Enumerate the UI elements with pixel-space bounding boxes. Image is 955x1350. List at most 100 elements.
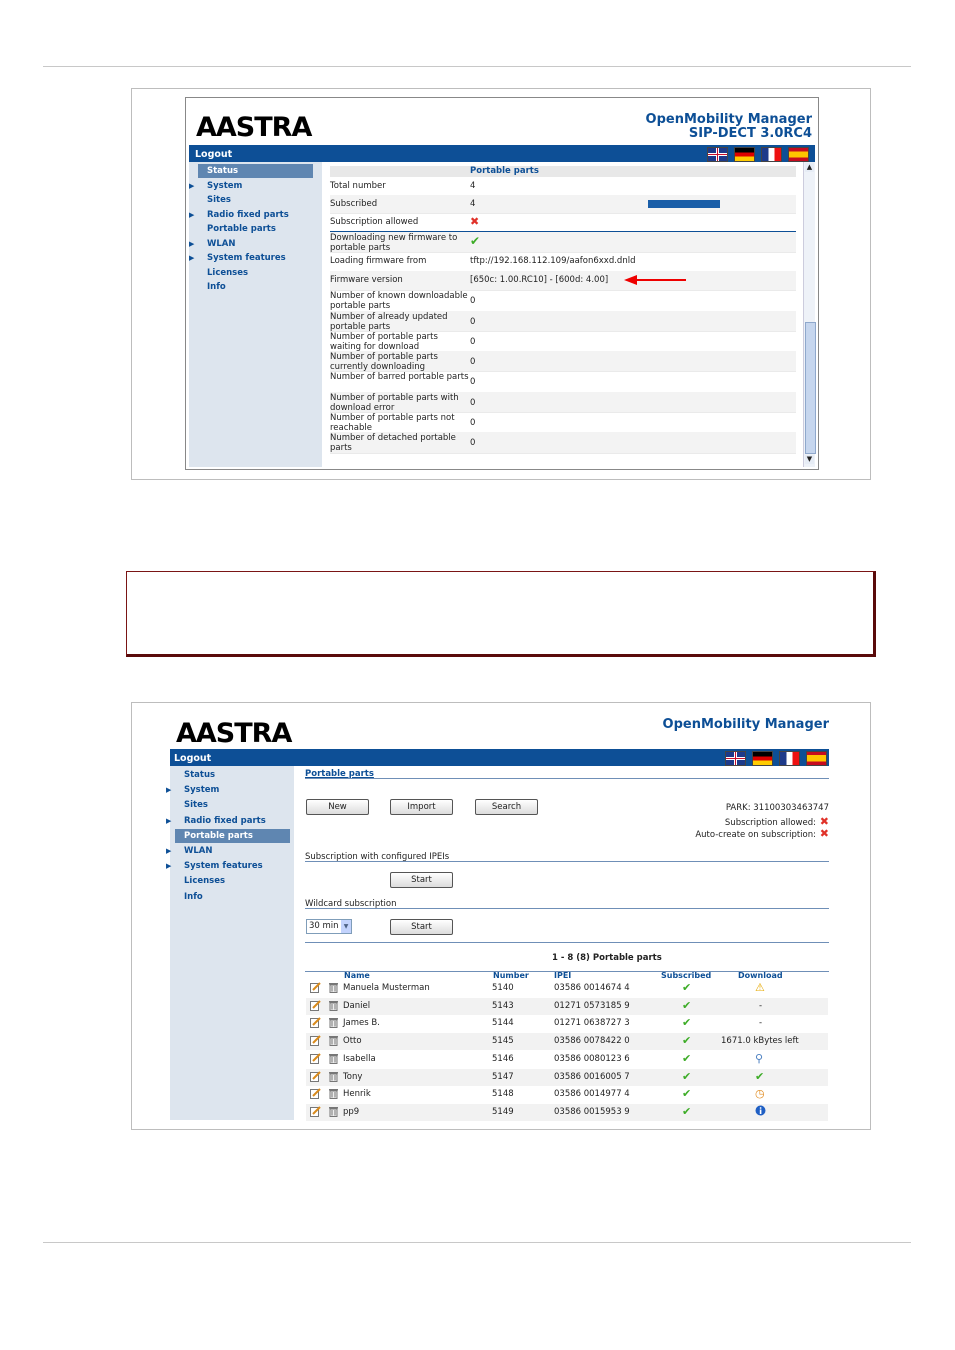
edit-icon[interactable] — [310, 1017, 321, 1029]
new-button[interactable]: New — [306, 799, 369, 815]
language-flags — [725, 751, 827, 766]
col-number[interactable]: Number — [493, 971, 529, 980]
trash-icon[interactable] — [328, 1035, 339, 1047]
download-status: - — [759, 1018, 763, 1029]
row-name[interactable]: Manuela Musterman — [343, 983, 430, 993]
sidebar-item[interactable]: Portable parts — [175, 828, 290, 843]
sidebar-item-label: Radio fixed parts — [207, 209, 289, 220]
sidebar-item-label: Portable parts — [184, 830, 253, 841]
status-label: Firmware version — [330, 275, 403, 285]
sidebar-item-label: Licenses — [184, 876, 226, 887]
sidebar-item[interactable]: Sites — [198, 193, 318, 207]
row-ipei: 01271 0638727 3 — [554, 1018, 630, 1029]
park-number: PARK: 31100303463747 — [725, 803, 829, 813]
note-box — [126, 571, 876, 657]
sidebar-item[interactable]: Status — [198, 164, 313, 178]
status-value: 0 — [470, 296, 476, 306]
trash-icon[interactable] — [328, 1106, 339, 1117]
status-row: Number of portable parts with download e… — [330, 392, 796, 413]
row-number: 5143 — [492, 1000, 514, 1011]
edit-icon[interactable] — [310, 1035, 321, 1047]
logout-link[interactable]: Logout — [195, 149, 232, 160]
row-ipei: 01271 0573185 9 — [554, 1000, 630, 1011]
cross-icon: ✖ — [819, 827, 829, 840]
status-value: 0 — [470, 357, 476, 367]
trash-icon[interactable] — [328, 1071, 339, 1082]
trash-icon[interactable] — [328, 1053, 339, 1064]
chevron-down-icon[interactable]: ▼ — [341, 920, 351, 933]
french-flag-icon[interactable] — [779, 751, 800, 766]
spanish-flag-icon[interactable] — [806, 751, 827, 766]
import-button[interactable]: Import — [390, 799, 453, 815]
sidebar-item[interactable]: ▶ Radio fixed parts — [166, 814, 290, 828]
trash-icon[interactable] — [328, 1017, 339, 1029]
scroll-thumb[interactable] — [805, 322, 816, 454]
row-name[interactable]: Henrik — [343, 1089, 371, 1099]
edit-icon[interactable] — [310, 999, 321, 1011]
uk-flag-icon[interactable] — [707, 147, 728, 162]
sidebar-item[interactable]: Portable parts — [198, 222, 318, 236]
scroll-down-icon[interactable]: ▼ — [805, 455, 814, 464]
trash-icon[interactable] — [328, 1088, 339, 1100]
edit-icon[interactable] — [310, 1088, 321, 1100]
sidebar-item[interactable]: ▶ WLAN — [189, 237, 318, 251]
app-header: OpenMobility Manager SIP-DECT 3.0RC4 — [646, 113, 812, 141]
col-subscribed[interactable]: Subscribed — [661, 971, 711, 980]
status-label: Number of already updated portable parts — [330, 312, 448, 332]
status-row: Number of portable parts waiting for dow… — [330, 331, 796, 352]
sidebar-item[interactable]: ▶ System features — [189, 251, 318, 265]
scrollbar[interactable]: ▲ ▼ — [803, 162, 816, 467]
sidebar-item[interactable]: Status — [175, 768, 290, 782]
sidebar-item[interactable]: ▶ Radio fixed parts — [189, 208, 318, 222]
status-row: Number of known downloadable portable pa… — [330, 290, 796, 312]
check-icon: ✔ — [682, 981, 692, 994]
expand-arrow-icon: ▶ — [166, 862, 172, 871]
status-label: Number of barred portable parts — [330, 372, 469, 382]
row-name[interactable]: Daniel — [343, 1001, 370, 1011]
start-wildcard-button[interactable]: Start — [390, 919, 453, 935]
sidebar-item[interactable]: Licenses — [198, 266, 318, 280]
row-ipei: 03586 0080123 6 — [554, 1053, 630, 1064]
sidebar-item[interactable]: Licenses — [175, 874, 290, 888]
status-value: 4 — [470, 199, 476, 209]
col-ipei[interactable]: IPEI — [554, 971, 571, 980]
edit-icon[interactable] — [310, 1106, 321, 1117]
col-name[interactable]: Name — [344, 971, 370, 980]
scroll-up-icon[interactable]: ▲ — [805, 163, 814, 172]
status-row: Loading firmware from tftp://192.168.112.… — [330, 252, 796, 272]
table-row: Henrik 5148 03586 0014977 4 ✔ ◷ — [306, 1086, 828, 1103]
row-name[interactable]: Otto — [343, 1036, 362, 1046]
sidebar-item[interactable]: ▶ System — [189, 179, 318, 193]
trash-icon[interactable] — [328, 1000, 339, 1011]
col-download[interactable]: Download — [738, 971, 783, 980]
logout-link[interactable]: Logout — [174, 753, 211, 764]
row-name[interactable]: Tony — [343, 1072, 362, 1082]
clock-icon: ◷ — [755, 1087, 765, 1101]
row-name[interactable]: James B. — [343, 1018, 380, 1028]
sidebar-item[interactable]: Info — [175, 890, 290, 904]
sidebar-item[interactable]: ▶ System features — [166, 859, 290, 873]
sidebar-item[interactable]: ▶ System — [166, 783, 290, 797]
edit-icon[interactable] — [310, 1070, 321, 1082]
sidebar-item[interactable]: Info — [198, 280, 318, 294]
search-button[interactable]: Search — [475, 799, 538, 815]
wildcard-duration-select[interactable]: 30 min ▼ — [306, 919, 352, 934]
edit-icon[interactable] — [310, 1053, 321, 1064]
subscribed-progress-bar — [648, 200, 720, 208]
french-flag-icon[interactable] — [761, 147, 782, 162]
sidebar-item[interactable]: Sites — [175, 798, 290, 812]
edit-icon[interactable] — [310, 982, 321, 993]
start-configured-button[interactable]: Start — [390, 872, 453, 888]
spanish-flag-icon[interactable] — [788, 147, 809, 162]
row-name[interactable]: Isabella — [343, 1054, 376, 1064]
german-flag-icon[interactable] — [734, 147, 755, 162]
trash-icon[interactable] — [328, 982, 339, 993]
row-name[interactable]: pp9 — [343, 1107, 359, 1117]
sidebar-item[interactable]: ▶ WLAN — [166, 844, 290, 858]
uk-flag-icon[interactable] — [725, 751, 746, 766]
german-flag-icon[interactable] — [752, 751, 773, 766]
status-row: Downloading new firmware to portable par… — [330, 232, 796, 253]
row-ipei: 03586 0014674 4 — [554, 983, 630, 993]
expand-arrow-icon: ▶ — [166, 816, 172, 825]
app-title: OpenMobility Manager — [662, 717, 829, 732]
